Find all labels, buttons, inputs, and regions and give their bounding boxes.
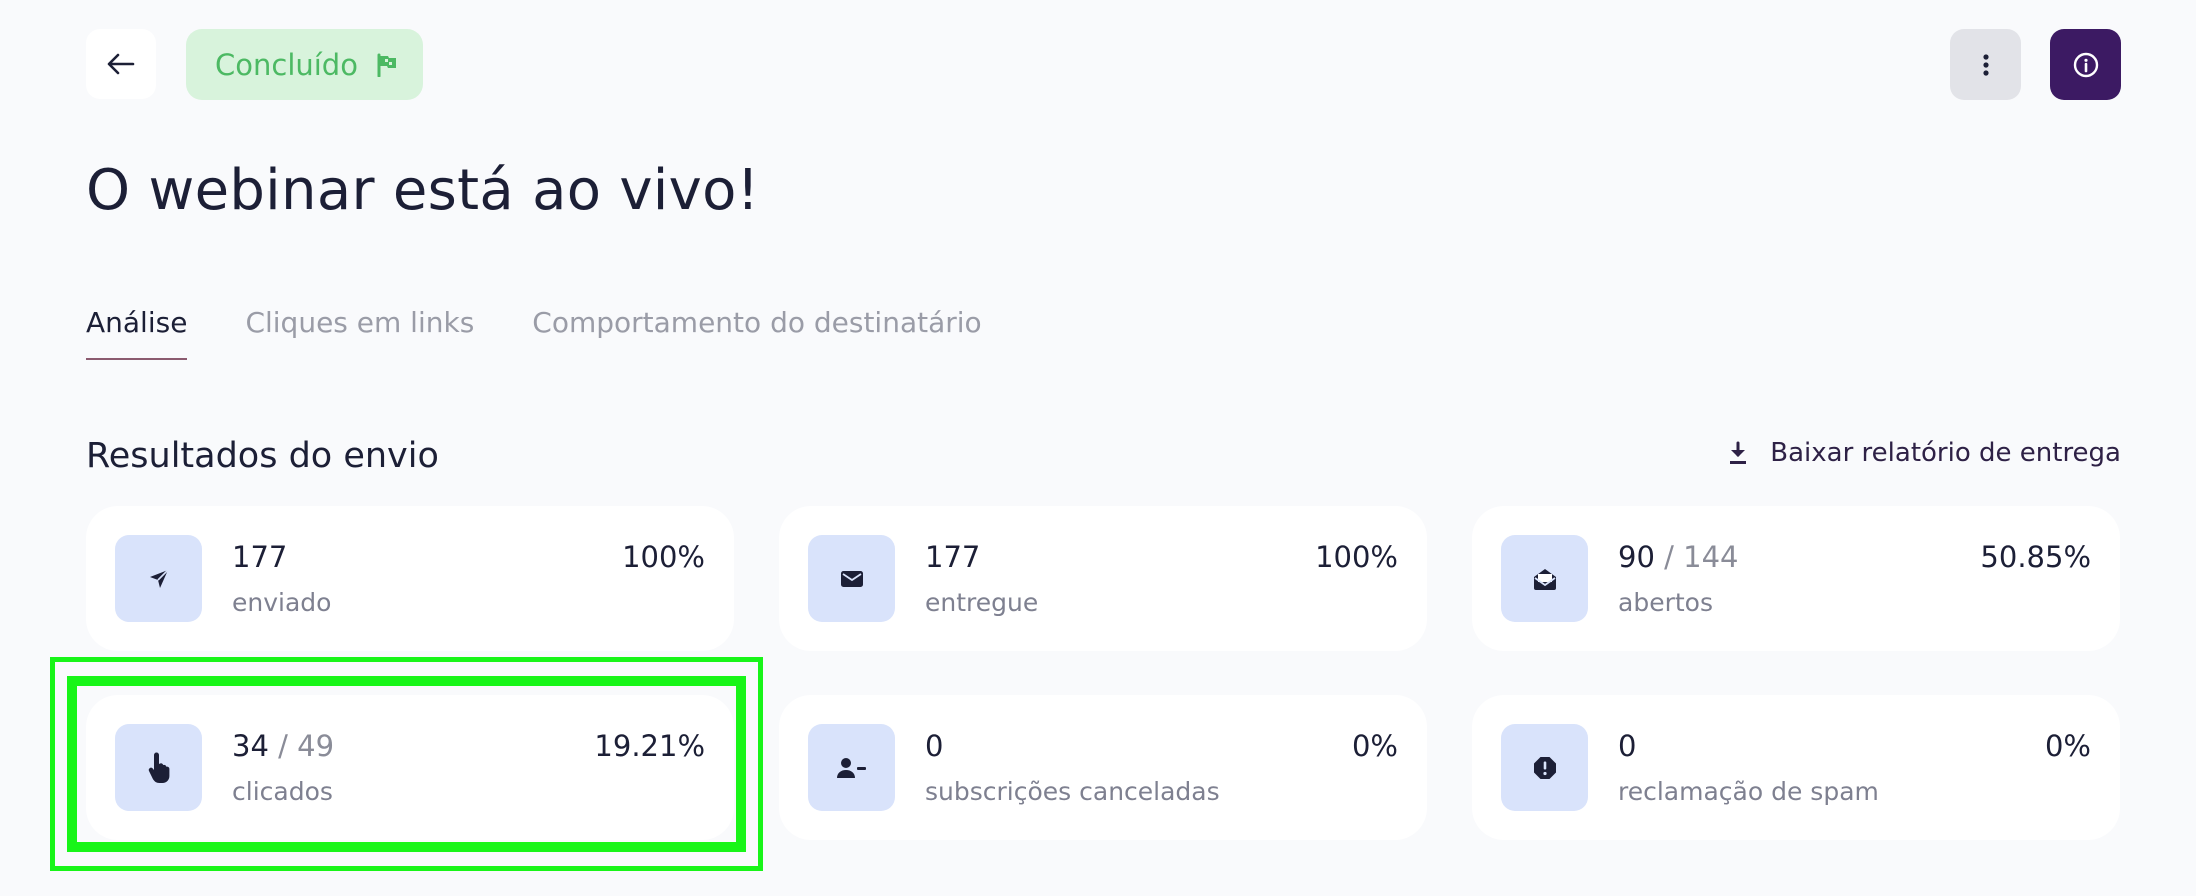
- stat-value: 90: [1618, 540, 1655, 574]
- stat-label: abertos: [1618, 588, 1713, 617]
- send-icon: [149, 568, 169, 588]
- more-options-button[interactable]: [1950, 29, 2021, 100]
- stat-label: reclamação de spam: [1618, 777, 1879, 806]
- pointer-hand-icon: [148, 752, 169, 783]
- arrow-left-icon: [107, 53, 135, 75]
- stat-percentage: 0%: [2044, 729, 2091, 763]
- tab-comportamento[interactable]: Comportamento do destinatário: [532, 306, 981, 362]
- stat-total: / 144: [1664, 540, 1739, 574]
- vertical-dots-icon: [1982, 53, 1989, 76]
- info-button[interactable]: [2050, 29, 2121, 100]
- stat-card-entregue: 177 entregue 100%: [779, 506, 1427, 651]
- download-report-label: Baixar relatório de entrega: [1770, 438, 2121, 468]
- stat-icon-box: [1501, 724, 1588, 811]
- status-badge: Concluído: [186, 29, 423, 100]
- download-report-link[interactable]: Baixar relatório de entrega: [1728, 438, 2121, 468]
- stat-value: 0: [925, 729, 944, 763]
- envelope-icon: [840, 570, 863, 587]
- stat-total: / 49: [278, 729, 335, 763]
- stat-label: clicados: [232, 777, 333, 806]
- page-title: O webinar está ao vivo!: [86, 158, 760, 223]
- stat-icon-box: [115, 535, 202, 622]
- stat-card-enviado: 177 enviado 100%: [86, 506, 734, 651]
- stat-value: 0: [1618, 729, 1637, 763]
- back-button[interactable]: [86, 29, 156, 99]
- tab-analise[interactable]: Análise: [86, 306, 188, 362]
- stat-percentage: 100%: [1315, 540, 1398, 574]
- stat-value: 177: [232, 540, 288, 574]
- stat-label: subscrições canceladas: [925, 777, 1220, 806]
- spam-alert-icon: [1533, 756, 1556, 779]
- stat-icon-box: [808, 724, 895, 811]
- stat-card-subscricoes-canceladas: 0 subscrições canceladas 0%: [779, 695, 1427, 840]
- stat-value: 177: [925, 540, 981, 574]
- user-minus-icon: [836, 757, 866, 778]
- flag-icon: [376, 53, 398, 77]
- stat-percentage: 50.85%: [1980, 540, 2091, 574]
- tab-bar: Análise Cliques em links Comportamento d…: [86, 306, 1040, 362]
- info-icon: [2073, 52, 2098, 77]
- stat-percentage: 0%: [1351, 729, 1398, 763]
- stat-card-abertos: 90 / 144 abertos 50.85%: [1472, 506, 2120, 651]
- stat-icon-box: [808, 535, 895, 622]
- stat-card-reclamacao-de-spam: 0 reclamação de spam 0%: [1472, 695, 2120, 840]
- stat-percentage: 19.21%: [594, 729, 705, 763]
- stat-card-clicados: 34 / 49 clicados 19.21%: [86, 695, 734, 840]
- stat-icon-box: [115, 724, 202, 811]
- download-icon: [1728, 441, 1748, 465]
- stat-label: enviado: [232, 588, 332, 617]
- stat-label: entregue: [925, 588, 1039, 617]
- tab-cliques-em-links[interactable]: Cliques em links: [245, 306, 474, 362]
- stat-percentage: 100%: [622, 540, 705, 574]
- envelope-open-icon: [1533, 568, 1556, 590]
- stat-icon-box: [1501, 535, 1588, 622]
- section-title: Resultados do envio: [86, 436, 439, 476]
- stat-value: 34: [232, 729, 269, 763]
- status-label: Concluído: [215, 47, 358, 82]
